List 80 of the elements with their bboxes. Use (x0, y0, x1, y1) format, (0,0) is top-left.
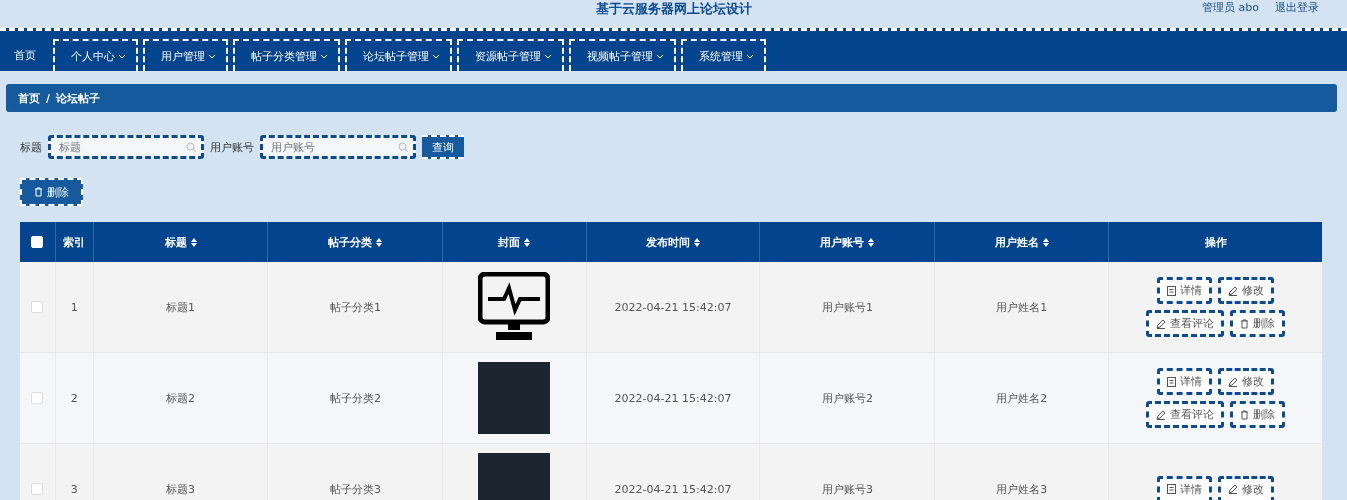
field-label: 用户账号 (210, 139, 254, 155)
table-cell: 用户姓名3 (935, 444, 1110, 500)
row-action-button[interactable]: 详情 (1157, 277, 1213, 304)
table-cell: 标题1 (93, 262, 269, 352)
row-action-button[interactable]: 删除 (1230, 310, 1286, 337)
table-cell: 用户账号1 (760, 262, 936, 352)
caret-icon (656, 53, 664, 59)
select-all-checkbox[interactable] (31, 236, 44, 248)
row-checkbox[interactable] (31, 392, 44, 404)
caret-icon (208, 53, 216, 59)
trash-icon (1240, 409, 1250, 420)
row-action-button[interactable]: 修改 (1218, 475, 1275, 500)
pencil-icon (1156, 318, 1167, 329)
caret-icon (746, 53, 754, 59)
sort-icon (868, 237, 875, 247)
trash-icon (1240, 318, 1250, 329)
breadcrumb-separator: / (46, 91, 51, 105)
table-cell: 2022-04-21 15:42:07 (586, 444, 761, 500)
trash-icon (34, 187, 43, 197)
table-cell: 2 (55, 353, 94, 443)
row-action-button[interactable]: 查看评论 (1146, 310, 1225, 337)
pencil-icon (1228, 285, 1239, 296)
delete-button[interactable]: 删除 (20, 178, 83, 206)
row-action-button[interactable]: 详情 (1157, 475, 1213, 500)
row-action-button[interactable]: 详情 (1157, 368, 1213, 395)
nav-menu-item[interactable]: 首页 (4, 39, 48, 71)
table-cell: 用户姓名1 (935, 262, 1110, 352)
sort-icon (524, 237, 531, 247)
nav-menu-item[interactable]: 资源帖子管理 (457, 39, 564, 71)
row-action-button[interactable]: 修改 (1218, 277, 1275, 304)
row-action-button[interactable]: 修改 (1218, 368, 1275, 395)
search-icon (398, 142, 408, 152)
document-icon (1167, 376, 1177, 387)
pencil-icon (1228, 484, 1239, 494)
monitor-icon (478, 272, 551, 342)
search-field[interactable]: 用户账号 (260, 135, 416, 159)
nav-menu-item[interactable]: 帖子分类管理 (233, 39, 340, 71)
pencil-icon (1156, 409, 1167, 420)
breadcrumb-link[interactable]: 首页 (18, 90, 40, 106)
sort-icon (694, 237, 700, 247)
site-title: 基于云服务器网上论坛设计 (595, 0, 752, 18)
admin-username: 管理员 abo (1202, 0, 1259, 15)
caret-icon (432, 53, 440, 59)
breadcrumb-link[interactable]: 论坛帖子 (56, 90, 101, 106)
table-cell: 2022-04-21 15:42:07 (586, 353, 761, 443)
table-cell: 帖子分类2 (268, 353, 444, 443)
document-icon (1167, 484, 1177, 494)
table-cell: 3 (55, 444, 94, 500)
table-cell: 1 (55, 262, 94, 352)
row-action-button[interactable]: 删除 (1230, 401, 1286, 428)
row-checkbox[interactable] (31, 483, 44, 495)
query-button[interactable]: 查询 (422, 135, 464, 159)
row-checkbox[interactable] (31, 301, 44, 313)
logout-link[interactable]: 退出登录 (1275, 0, 1319, 15)
table-cell: 用户账号3 (760, 444, 936, 500)
sort-icon (376, 237, 383, 247)
caret-icon (118, 53, 126, 59)
field-label: 标题 (20, 139, 42, 155)
pencil-icon (1228, 376, 1239, 387)
column-header: 操作 (1203, 234, 1228, 251)
caret-icon (320, 53, 328, 59)
caret-icon (544, 53, 552, 59)
table-cell: 用户账号2 (760, 353, 936, 443)
table-cell: 2022-04-21 15:42:07 (586, 262, 761, 352)
table-cell: 用户姓名2 (935, 353, 1110, 443)
row-action-button[interactable]: 查看评论 (1146, 401, 1225, 428)
table-cell: 帖子分类1 (268, 262, 444, 352)
nav-menu-item[interactable]: 论坛帖子管理 (345, 39, 452, 71)
sort-icon (190, 237, 197, 247)
sort-icon (1042, 237, 1049, 247)
nav-menu-item[interactable]: 用户管理 (143, 39, 228, 71)
table-cell: 标题2 (93, 353, 269, 443)
nav-menu-item[interactable]: 系统管理 (681, 39, 766, 71)
nav-menu-item[interactable]: 个人中心 (53, 39, 138, 71)
nav-menu-item[interactable]: 视频帖子管理 (569, 39, 676, 71)
document-icon (1167, 285, 1177, 296)
search-field[interactable]: 标题 (48, 135, 204, 159)
search-icon (186, 142, 196, 152)
table-cell: 标题3 (93, 444, 269, 500)
table-cell: 帖子分类3 (268, 444, 444, 500)
